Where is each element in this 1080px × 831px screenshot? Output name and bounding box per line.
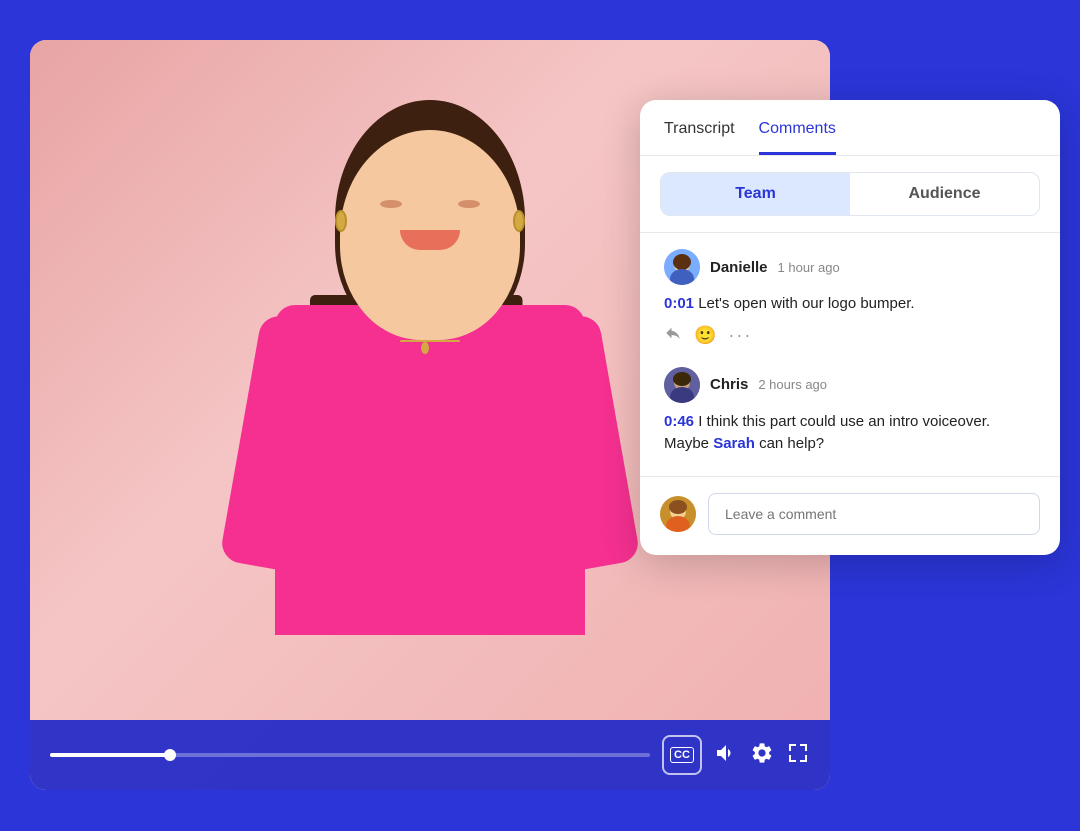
panel-divider	[640, 232, 1060, 233]
comment-body-chris-after: can help?	[759, 435, 824, 452]
progress-bar[interactable]	[50, 753, 650, 757]
video-subject	[220, 110, 640, 730]
settings-button[interactable]	[750, 741, 774, 770]
reply-icon[interactable]	[664, 324, 682, 347]
comment-text-danielle: 0:01 Let's open with our logo bumper.	[664, 293, 1036, 316]
team-toggle-button[interactable]: Team	[661, 173, 850, 215]
comment-input-field[interactable]	[708, 493, 1040, 535]
volume-button[interactable]	[714, 741, 738, 770]
avatar-chris	[664, 367, 700, 403]
comment-input-area	[640, 476, 1060, 555]
cc-icon: CC	[670, 747, 694, 763]
emoji-icon[interactable]: 🙂	[694, 325, 716, 346]
volume-icon	[714, 741, 738, 765]
more-icon[interactable]: ···	[728, 325, 752, 346]
video-controls-bar: CC	[30, 720, 830, 790]
comment-item: Danielle 1 hour ago 0:01 Let's open with…	[640, 249, 1060, 367]
user-avatar-image	[660, 496, 696, 532]
comment-author-danielle: Danielle	[710, 259, 768, 276]
danielle-avatar-image	[664, 249, 700, 285]
tab-comments[interactable]: Comments	[759, 120, 836, 155]
comments-panel: Transcript Comments Team Audience Dani	[640, 100, 1060, 555]
progress-fill	[50, 753, 170, 757]
tab-transcript[interactable]: Transcript	[664, 120, 735, 155]
mention-sarah[interactable]: Sarah	[713, 435, 755, 452]
comment-author-chris: Chris	[710, 376, 748, 393]
audience-toggle: Team Audience	[660, 172, 1040, 216]
comment-time-danielle: 1 hour ago	[778, 260, 840, 275]
comment-body-danielle: Let's open with our logo bumper.	[698, 295, 914, 312]
body-sweater	[275, 305, 585, 635]
gear-icon	[750, 741, 774, 765]
comment-header: Danielle 1 hour ago	[664, 249, 1036, 285]
comment-item-chris: Chris 2 hours ago 0:46 I think this part…	[640, 367, 1060, 476]
comment-actions-danielle: 🙂 ···	[664, 324, 1036, 347]
panel-body: Team Audience Danielle 1 hour ago 0	[640, 156, 1060, 555]
fullscreen-button[interactable]	[786, 741, 810, 770]
comment-text-chris: 0:46 I think this part could use an intr…	[664, 411, 1036, 456]
panel-tabs: Transcript Comments	[640, 100, 1060, 156]
chris-avatar-image	[664, 367, 700, 403]
fullscreen-icon	[786, 741, 810, 765]
comment-timestamp-danielle[interactable]: 0:01	[664, 295, 694, 312]
progress-thumb[interactable]	[164, 749, 176, 761]
comment-timestamp-chris[interactable]: 0:46	[664, 413, 694, 430]
comment-header-chris: Chris 2 hours ago	[664, 367, 1036, 403]
avatar-current-user	[660, 496, 696, 532]
audience-toggle-button[interactable]: Audience	[850, 173, 1039, 215]
comment-time-chris: 2 hours ago	[758, 377, 827, 392]
head	[340, 130, 520, 340]
cc-button[interactable]: CC	[662, 735, 702, 775]
avatar-danielle	[664, 249, 700, 285]
